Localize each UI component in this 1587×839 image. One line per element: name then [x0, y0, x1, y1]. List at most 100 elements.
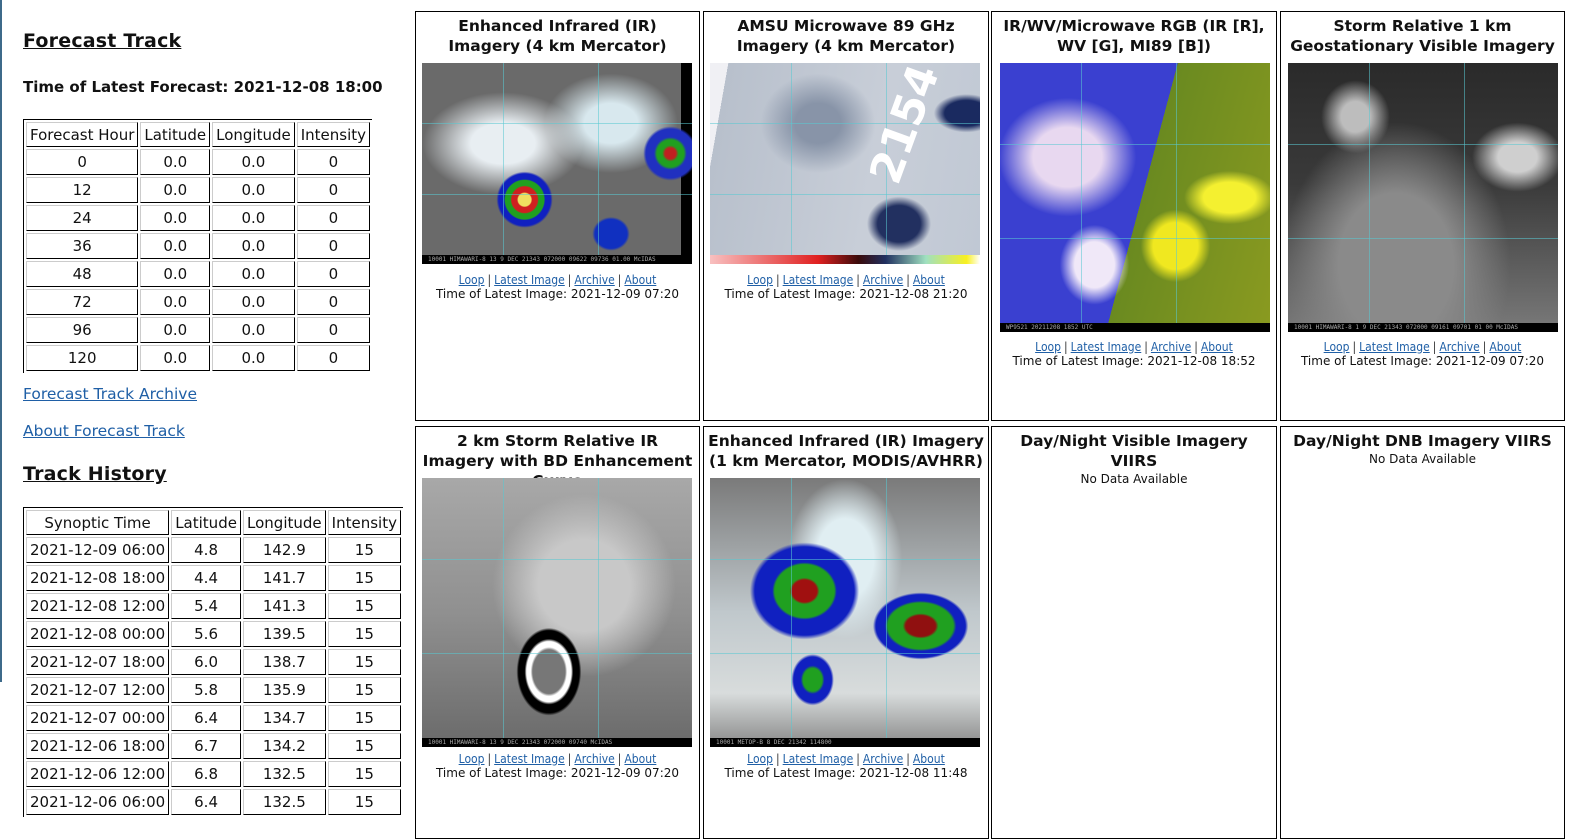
imagery-panel-ir-4km: Enhanced Infrared (IR) Imagery (4 km Mer…	[415, 11, 700, 421]
panel-links: Loop | Latest Image | Archive | About	[704, 273, 988, 287]
graticule-line	[710, 558, 980, 560]
panel-title: AMSU Microwave 89 GHz Imagery (4 km Merc…	[736, 17, 956, 55]
imagery-panel-bd-ir-2km: 2 km Storm Relative IR Imagery with BD E…	[415, 426, 700, 839]
link-separator: |	[856, 752, 860, 766]
table-row: 2021-12-07 12:00 5.8 135.9 15	[26, 677, 401, 703]
table-cell: 15	[327, 677, 401, 703]
satellite-image[interactable]: WP9521 20211208 1852 UTC	[1000, 63, 1270, 332]
table-cell: 135.9	[242, 677, 326, 703]
graticule-line	[791, 478, 792, 747]
link-separator: |	[1064, 340, 1068, 354]
latest-image-link[interactable]: Latest Image	[783, 752, 854, 766]
color-scale-bar	[710, 255, 980, 264]
archive-link[interactable]: Archive	[574, 273, 614, 287]
table-row: 72 0.0 0.0 0	[26, 289, 371, 315]
latest-image-time: Time of Latest Image: 2021-12-08 11:48	[724, 766, 968, 780]
table-cell: 0	[296, 261, 371, 287]
latest-image-time: Time of Latest Image: 2021-12-09 07:20	[435, 287, 680, 301]
table-cell: 48	[26, 261, 139, 287]
about-link[interactable]: About	[1201, 340, 1233, 354]
table-cell: 0.0	[212, 177, 295, 203]
panel-title: IR/WV/Microwave RGB (IR [R], WV [G], MI8…	[1003, 17, 1265, 55]
table-row: 2021-12-06 18:00 6.7 134.2 15	[26, 733, 401, 759]
link-separator: |	[617, 752, 622, 766]
about-link[interactable]: About	[624, 273, 656, 287]
image-caption: 10001 HIMAWARI-8 13 9 DEC 21343 072000 0…	[422, 255, 692, 264]
table-cell: 72	[26, 289, 139, 315]
table-cell: 5.6	[171, 621, 241, 647]
table-cell: 139.5	[242, 621, 326, 647]
loop-link[interactable]: Loop	[459, 273, 485, 287]
table-cell: 15	[327, 761, 401, 787]
forecast-track-heading: Forecast Track	[23, 30, 182, 52]
table-row: 2021-12-06 06:00 6.4 132.5 15	[26, 789, 401, 815]
about-link[interactable]: About	[913, 273, 945, 287]
table-cell: 24	[26, 205, 139, 231]
archive-link[interactable]: Archive	[863, 752, 903, 766]
about-link[interactable]: About	[1489, 340, 1521, 354]
column-header: Latitude	[140, 122, 211, 147]
about-forecast-track-link[interactable]: About Forecast Track	[23, 422, 185, 440]
archive-link[interactable]: Archive	[1439, 340, 1479, 354]
imagery-panel-viirs-dnb: Day/Night DNB Imagery VIIRS No Data Avail…	[1280, 426, 1565, 839]
table-row: 0 0.0 0.0 0	[26, 149, 371, 175]
graticule-line	[710, 193, 980, 195]
table-cell: 4.4	[171, 565, 241, 591]
table-cell: 2021-12-06 06:00	[26, 789, 170, 815]
latest-image-link[interactable]: Latest Image	[783, 273, 854, 287]
table-row: 2021-12-07 18:00 6.0 138.7 15	[26, 649, 401, 675]
latest-image-link[interactable]: Latest Image	[494, 752, 565, 766]
column-header: Longitude	[212, 122, 295, 147]
table-cell: 134.2	[242, 733, 326, 759]
link-separator: |	[776, 752, 780, 766]
loop-link[interactable]: Loop	[747, 752, 773, 766]
satellite-image[interactable]: 10001 HIMAWARI-8 13 9 DEC 21343 072000 0…	[422, 63, 692, 264]
table-cell: 15	[327, 565, 401, 591]
table-cell: 0.0	[140, 261, 211, 287]
table-row: 48 0.0 0.0 0	[26, 261, 371, 287]
loop-link[interactable]: Loop	[747, 273, 773, 287]
table-cell: 5.4	[171, 593, 241, 619]
table-cell: 4.8	[171, 537, 241, 563]
panel-links: Loop | Latest Image | Archive | About	[992, 340, 1276, 354]
panel-title: Storm Relative 1 km Geostationary Visibl…	[1290, 17, 1555, 55]
loop-link[interactable]: Loop	[1035, 340, 1061, 354]
table-cell: 6.7	[171, 733, 241, 759]
latest-forecast-time: Time of Latest Forecast: 2021-12-08 18:0…	[23, 78, 383, 96]
link-separator: |	[617, 273, 622, 287]
satellite-image[interactable]: 10001 METOP-B 8 DEC 21342 114800	[710, 478, 980, 747]
table-cell: 2021-12-08 18:00	[26, 565, 170, 591]
satellite-image[interactable]: 2154	[710, 63, 980, 264]
table-header-row: Synoptic Time Latitude Longitude Intensi…	[26, 510, 401, 535]
panel-title: Enhanced Infrared (IR) Imagery (4 km Mer…	[448, 17, 667, 55]
imagery-panel-amsu-89ghz: AMSU Microwave 89 GHz Imagery (4 km Merc…	[703, 11, 989, 421]
loop-link[interactable]: Loop	[459, 752, 485, 766]
loop-link[interactable]: Loop	[1324, 340, 1350, 354]
satellite-image[interactable]: 10001 HIMAWARI-8 1 9 DEC 21343 072000 09…	[1288, 63, 1558, 332]
column-header: Longitude	[242, 510, 326, 535]
table-cell: 132.5	[242, 761, 326, 787]
forecast-track-archive-link[interactable]: Forecast Track Archive	[23, 385, 197, 403]
table-cell: 0	[296, 233, 371, 259]
latest-image-link[interactable]: Latest Image	[494, 273, 565, 287]
latest-image-link[interactable]: Latest Image	[1071, 340, 1142, 354]
link-separator: |	[567, 273, 572, 287]
graticule-line	[597, 478, 599, 747]
archive-link[interactable]: Archive	[863, 273, 903, 287]
table-cell: 0	[26, 149, 139, 175]
table-cell: 2021-12-06 12:00	[26, 761, 170, 787]
table-row: 120 0.0 0.0 0	[26, 345, 371, 371]
table-cell: 2021-12-06 18:00	[26, 733, 170, 759]
graticule-line	[1369, 63, 1370, 332]
table-cell: 120	[26, 345, 139, 371]
about-link[interactable]: About	[624, 752, 656, 766]
archive-link[interactable]: Archive	[1151, 340, 1191, 354]
about-link[interactable]: About	[913, 752, 945, 766]
table-cell: 6.0	[171, 649, 241, 675]
image-caption: 10001 METOP-B 8 DEC 21342 114800	[710, 738, 980, 747]
table-cell: 134.7	[242, 705, 326, 731]
satellite-image[interactable]: 10001 HIMAWARI-8 13 9 DEC 21343 072000 0…	[422, 478, 692, 747]
imagery-panel-rgb-composite: IR/WV/Microwave RGB (IR [R], WV [G], MI8…	[991, 11, 1277, 421]
archive-link[interactable]: Archive	[574, 752, 614, 766]
latest-image-link[interactable]: Latest Image	[1359, 340, 1430, 354]
